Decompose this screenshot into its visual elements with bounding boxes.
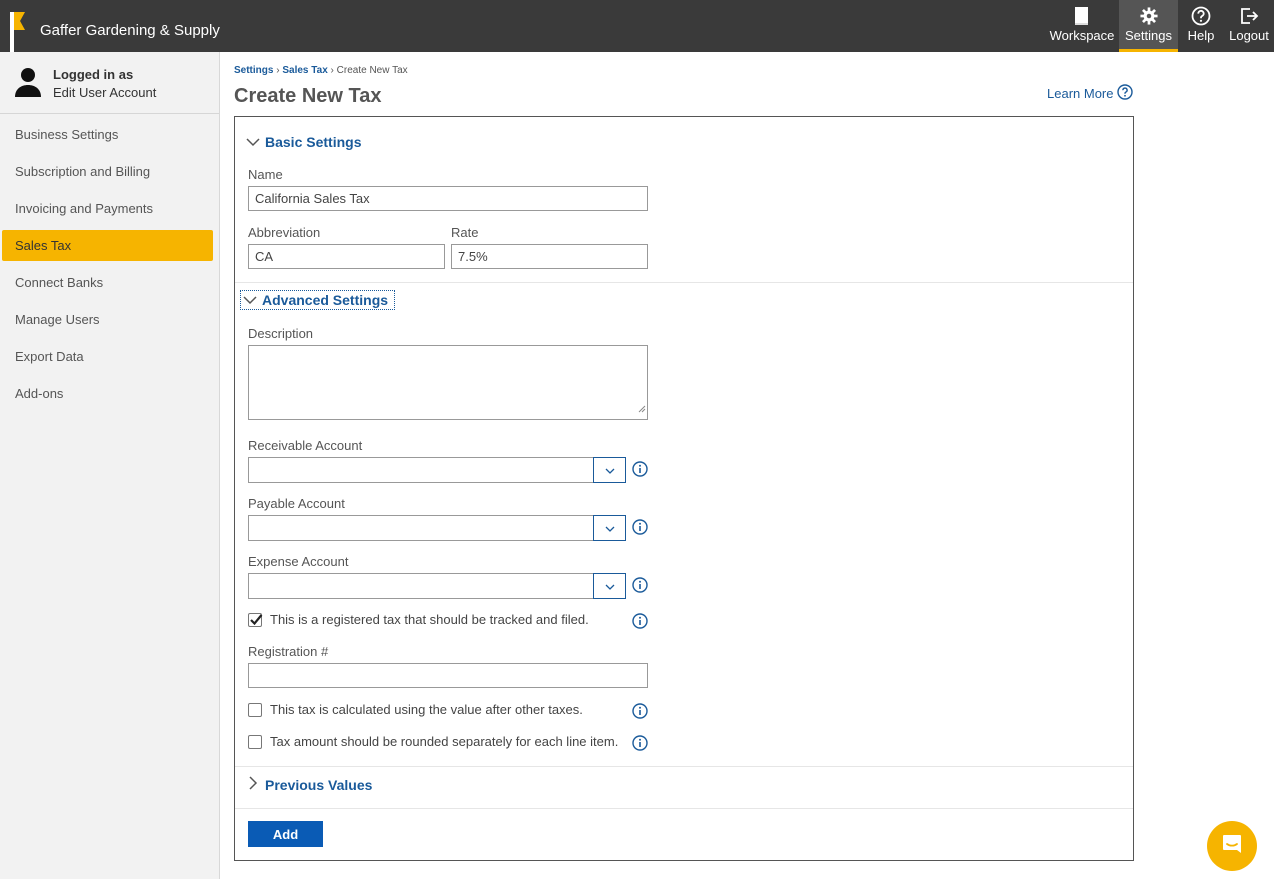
nav-workspace[interactable]: Workspace [1047, 0, 1117, 52]
section-divider [235, 766, 1133, 767]
receivable-account-label: Receivable Account [248, 438, 363, 453]
breadcrumb-separator: › [276, 65, 280, 76]
nav-logout-label: Logout [1229, 28, 1269, 43]
info-icon[interactable] [632, 461, 648, 477]
registration-number-label: Registration # [248, 644, 329, 659]
receivable-dropdown-button[interactable] [593, 457, 626, 483]
info-icon[interactable] [632, 519, 648, 535]
learn-more-link[interactable]: Learn More [1047, 84, 1134, 103]
checkbox-unchecked[interactable] [248, 734, 262, 749]
abbreviation-input[interactable]: CA [248, 244, 445, 269]
top-nav: Workspace Settings Help Logout [1047, 0, 1274, 52]
chat-launcher[interactable] [1207, 821, 1257, 871]
basic-settings-heading: Basic Settings [265, 134, 362, 150]
name-label: Name [248, 167, 283, 182]
expense-account-label: Expense Account [248, 554, 349, 569]
logged-in-label: Logged in as [53, 67, 134, 82]
breadcrumb: Settings › Sales Tax › Create New Tax [234, 65, 408, 76]
breadcrumb-current: Create New Tax [336, 65, 408, 76]
round-per-line-label: Tax amount should be rounded separately … [270, 734, 619, 749]
payable-account-label: Payable Account [248, 496, 345, 511]
chevron-down-icon [605, 519, 615, 537]
edit-user-account-link[interactable]: Edit User Account [53, 84, 156, 102]
top-bar: Gaffer Gardening & Supply Workspace Sett… [0, 0, 1274, 52]
chevron-down-icon [605, 577, 615, 595]
description-textarea[interactable] [248, 345, 648, 420]
nav-workspace-label: Workspace [1049, 28, 1115, 43]
nav-help[interactable]: Help [1178, 0, 1224, 52]
name-input[interactable]: California Sales Tax [248, 186, 648, 211]
info-icon[interactable] [632, 735, 648, 751]
advanced-settings-heading: Advanced Settings [262, 292, 389, 308]
brand[interactable]: Gaffer Gardening & Supply [10, 12, 220, 52]
create-tax-form: Basic Settings Name California Sales Tax… [234, 116, 1134, 861]
expense-dropdown-button[interactable] [593, 573, 626, 599]
learn-more-label: Learn More [1047, 86, 1114, 101]
brand-name: Gaffer Gardening & Supply [40, 22, 220, 39]
sidebar-item-sales-tax[interactable]: Sales Tax [2, 230, 213, 261]
nav-help-label: Help [1187, 28, 1215, 43]
question-circle-icon [1117, 84, 1134, 103]
description-label: Description [248, 326, 314, 341]
section-divider [235, 808, 1133, 809]
checkbox-checked[interactable] [248, 612, 263, 627]
expense-account-select[interactable] [248, 573, 626, 599]
basic-settings-toggle[interactable]: Basic Settings [246, 134, 361, 150]
chevron-right-icon [246, 776, 260, 793]
round-per-line-checkbox[interactable]: Tax amount should be rounded separately … [248, 734, 618, 749]
sidebar-item-export-data[interactable]: Export Data [0, 338, 219, 375]
rate-input[interactable]: 7.5% [451, 244, 648, 269]
after-other-taxes-label: This tax is calculated using the value a… [270, 702, 583, 717]
registration-number-input[interactable] [248, 663, 648, 688]
rate-label: Rate [451, 225, 479, 240]
gear-icon [1139, 6, 1158, 26]
sidebar-item-business-settings[interactable]: Business Settings [0, 116, 219, 153]
abbreviation-label: Abbreviation [248, 225, 321, 240]
breadcrumb-sales-tax[interactable]: Sales Tax [282, 65, 327, 76]
info-icon[interactable] [632, 703, 648, 719]
checkbox-unchecked[interactable] [248, 702, 262, 717]
registered-tax-checkbox[interactable]: This is a registered tax that should be … [248, 612, 589, 627]
logout-icon [1239, 6, 1259, 26]
section-divider [235, 282, 1133, 283]
sidebar-item-invoicing-payments[interactable]: Invoicing and Payments [0, 190, 219, 227]
settings-menu: Business Settings Subscription and Billi… [0, 116, 219, 412]
previous-values-toggle[interactable]: Previous Values [246, 776, 372, 793]
sidebar-item-manage-users[interactable]: Manage Users [0, 301, 219, 338]
previous-values-heading: Previous Values [265, 776, 373, 793]
chevron-down-icon [243, 292, 257, 308]
user-panel[interactable]: Logged in as Edit User Account [0, 52, 219, 114]
payable-dropdown-button[interactable] [593, 515, 626, 541]
nav-settings-label: Settings [1125, 28, 1172, 43]
user-icon [14, 66, 42, 103]
info-icon[interactable] [632, 577, 648, 593]
info-icon[interactable] [632, 613, 648, 629]
sidebar-item-subscription-billing[interactable]: Subscription and Billing [0, 153, 219, 190]
question-circle-icon [1191, 6, 1211, 26]
resize-handle-icon[interactable] [638, 400, 646, 418]
flag-logo-icon [10, 12, 34, 52]
add-button[interactable]: Add [248, 821, 323, 847]
page-title: Create New Tax [234, 85, 382, 107]
chevron-down-icon [246, 134, 260, 150]
after-other-taxes-checkbox[interactable]: This tax is calculated using the value a… [248, 702, 583, 717]
registered-tax-label: This is a registered tax that should be … [270, 612, 589, 627]
nav-settings[interactable]: Settings [1119, 0, 1178, 52]
book-icon [1073, 6, 1091, 26]
receivable-account-select[interactable] [248, 457, 626, 483]
sidebar-item-connect-banks[interactable]: Connect Banks [0, 264, 219, 301]
payable-account-select[interactable] [248, 515, 626, 541]
nav-logout[interactable]: Logout [1224, 0, 1274, 52]
sidebar-item-add-ons[interactable]: Add-ons [0, 375, 219, 412]
sidebar: Logged in as Edit User Account Business … [0, 52, 220, 879]
chat-bubble-icon [1220, 832, 1244, 861]
breadcrumb-separator: › [330, 65, 334, 76]
advanced-settings-toggle[interactable]: Advanced Settings [239, 290, 396, 310]
chevron-down-icon [605, 461, 615, 479]
breadcrumb-settings[interactable]: Settings [234, 65, 273, 76]
